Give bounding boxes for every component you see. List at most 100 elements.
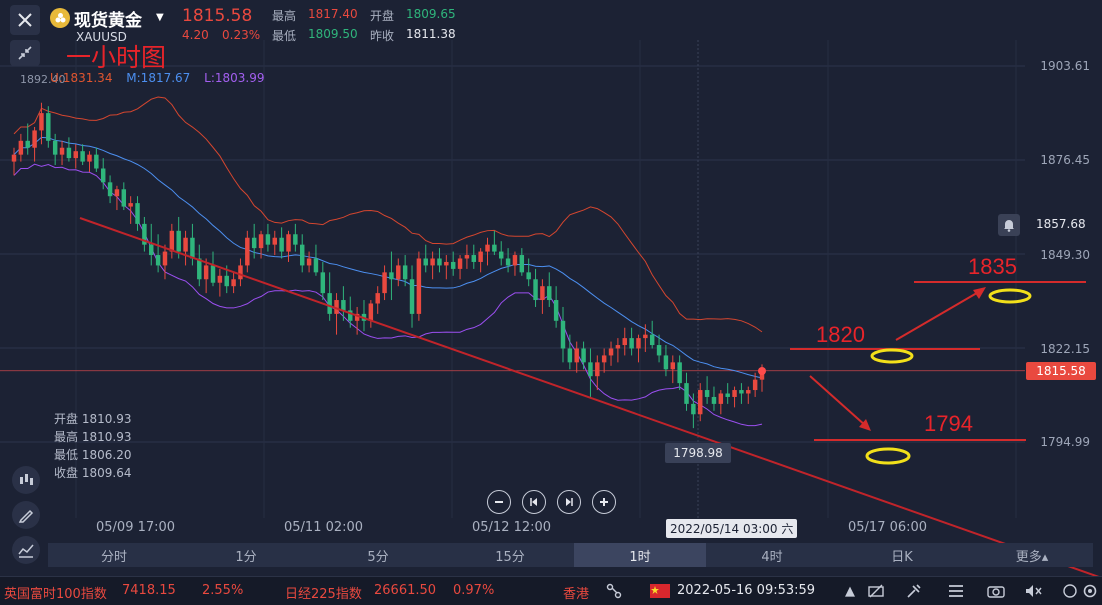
caret-up-icon[interactable]: ▲ — [840, 582, 860, 600]
tab-timeframe[interactable]: 日K — [836, 543, 968, 567]
settings-icon[interactable] — [1080, 582, 1100, 600]
prev-close-label: 昨收 — [370, 29, 395, 43]
candle-body — [643, 334, 648, 339]
candle-body — [574, 348, 579, 363]
route-icon[interactable] — [604, 582, 624, 600]
target-ellipse-1820 — [870, 348, 914, 364]
plus-icon — [600, 498, 608, 506]
help-icon[interactable] — [1060, 582, 1080, 600]
zoom-out-button[interactable] — [487, 490, 511, 514]
indicator-tool-button[interactable] — [12, 466, 40, 494]
boll-lower-label: L:1803.99 — [204, 71, 265, 85]
candle-body — [169, 230, 175, 252]
tab-timeframe-active[interactable]: 1时 — [574, 543, 706, 567]
candle-body — [100, 168, 106, 183]
ticker3-name[interactable]: 香港 — [563, 583, 589, 602]
candle-body — [718, 393, 724, 404]
candle-body — [176, 230, 181, 252]
candle-body — [457, 258, 463, 269]
datetime-display: 2022-05-16 09:53:59 — [677, 583, 816, 598]
boll-middle-label: M:1817.67 — [126, 71, 191, 85]
prev-close-value: 1811.38 — [406, 27, 456, 41]
candle-body — [341, 300, 346, 311]
candle-body — [121, 189, 127, 207]
tab-timeframe[interactable]: 分时 — [48, 543, 180, 567]
candle-body — [293, 234, 298, 245]
arrow-down — [809, 375, 867, 427]
boll-upper-line — [13, 96, 763, 333]
symbol-dropdown-icon[interactable]: ▼ — [156, 12, 164, 23]
candle-body — [581, 348, 586, 363]
visible-low-tag: 1798.98 — [665, 443, 731, 463]
close-icon — [18, 13, 32, 27]
mute-icon[interactable] — [1024, 582, 1044, 600]
candle-body — [588, 362, 593, 377]
candle-body — [389, 272, 394, 280]
tab-timeframe[interactable]: 1分 — [180, 543, 312, 567]
x-axis-label: 05/11 02:00 — [284, 520, 364, 535]
boll-upper-label: U:1831.34 — [50, 71, 113, 85]
line-chart-icon — [18, 544, 34, 558]
scroll-left-button[interactable] — [522, 490, 546, 514]
candle-body — [231, 279, 236, 287]
tab-timeframe[interactable]: 15分 — [444, 543, 576, 567]
close-button[interactable] — [10, 5, 40, 35]
candle-body — [608, 348, 614, 356]
candle-body — [739, 390, 744, 394]
ticker1-name[interactable]: 英国富时100指数 — [4, 583, 107, 602]
candle-body — [423, 258, 428, 266]
candle-body — [512, 255, 518, 266]
annotation-layer: 1820 1835 1794 — [79, 217, 1102, 579]
camera-icon[interactable] — [986, 582, 1006, 600]
chart-grid — [0, 40, 1025, 518]
candle-body — [245, 237, 250, 266]
expand-button[interactable] — [10, 40, 40, 66]
minus-icon — [495, 501, 503, 503]
ticker2-value: 26661.50 — [374, 583, 437, 598]
price-change: 4.20 — [182, 28, 209, 42]
collapse-arrows-icon — [18, 46, 32, 60]
candle-body — [107, 182, 113, 197]
candle-body — [526, 272, 531, 280]
candlestick-chart: 1820 1835 1794 — [0, 40, 1102, 579]
candle-body — [533, 279, 538, 301]
candle-body — [704, 390, 710, 397]
zoom-in-button[interactable] — [592, 490, 616, 514]
ohlc-row: 最低 1806.20 — [54, 448, 132, 462]
ticker1-change: 2.55% — [202, 583, 244, 598]
tools-icon[interactable] — [904, 582, 924, 600]
arrow-up — [895, 289, 983, 341]
annotation-1794: 1794 — [924, 411, 973, 436]
y-axis-label: 1849.30 — [1040, 248, 1090, 262]
price-alert-button[interactable] — [998, 214, 1020, 236]
y-axis-label: 1794.99 — [1040, 435, 1090, 449]
candle-body — [649, 334, 655, 346]
candle-body — [135, 203, 140, 224]
no-signal-icon[interactable] — [866, 582, 886, 600]
current-price-dot — [758, 367, 766, 375]
candle-body — [39, 113, 44, 131]
ticker2-name[interactable]: 日经225指数 — [285, 583, 362, 602]
candle-body — [210, 265, 216, 283]
menu-list-icon[interactable] — [946, 582, 966, 600]
candle-body — [553, 300, 559, 321]
x-axis-label: 05/09 17:00 — [96, 520, 176, 535]
tab-timeframe[interactable]: 5分 — [312, 543, 444, 567]
annotation-1820: 1820 — [816, 322, 865, 347]
bollinger-bands — [13, 96, 763, 427]
draw-tool-button[interactable] — [12, 501, 40, 529]
more-timeframes-button[interactable]: 更多▴ — [966, 543, 1098, 567]
candle-body — [471, 255, 477, 262]
target-ellipse-1794 — [865, 447, 911, 465]
boll-lower-line — [13, 163, 763, 427]
tab-timeframe[interactable]: 4时 — [706, 543, 838, 567]
candle-body — [114, 189, 120, 197]
symbol-name[interactable]: 现货黄金 — [74, 6, 142, 31]
chart-type-button[interactable] — [12, 536, 40, 564]
open-label: 开盘 — [370, 9, 395, 23]
candle-body — [725, 393, 730, 397]
candle-body — [224, 275, 229, 287]
scroll-right-button[interactable] — [557, 490, 581, 514]
candle-body — [320, 272, 326, 294]
candle-body — [595, 362, 600, 377]
